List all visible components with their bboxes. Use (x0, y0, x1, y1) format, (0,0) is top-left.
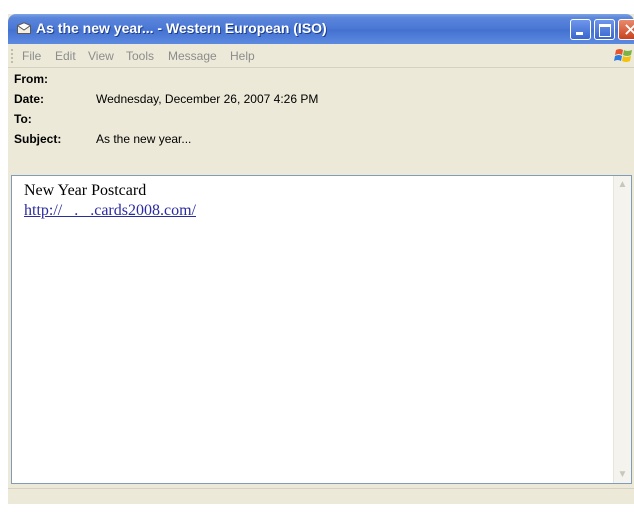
minimize-icon (576, 32, 583, 35)
message-window: As the new year... - Western European (I… (8, 14, 634, 504)
menu-bar: File Edit View Tools Message Help (8, 44, 634, 68)
menu-tools[interactable]: Tools (126, 49, 154, 63)
menu-edit[interactable]: Edit (55, 49, 76, 63)
close-icon (625, 24, 634, 35)
maximize-icon (599, 24, 611, 37)
status-bar (8, 488, 634, 504)
to-label: To: (14, 112, 32, 126)
toolbar-grip[interactable] (11, 49, 13, 63)
body-text: New Year Postcard (24, 182, 147, 199)
subject-value: As the new year... (96, 132, 192, 146)
subject-label: Subject: (14, 132, 62, 146)
menu-file[interactable]: File (22, 49, 41, 63)
windows-logo-icon (614, 49, 632, 62)
vertical-scrollbar[interactable]: ▲ ▼ (613, 176, 631, 483)
menu-view[interactable]: View (88, 49, 114, 63)
scroll-down-icon[interactable]: ▼ (616, 468, 629, 481)
date-value: Wednesday, December 26, 2007 4:26 PM (96, 92, 319, 106)
maximize-button[interactable] (594, 19, 615, 40)
envelope-icon (17, 22, 31, 34)
window-title: As the new year... - Western European (I… (36, 20, 327, 36)
minimize-button[interactable] (570, 19, 591, 40)
close-button[interactable] (618, 19, 634, 40)
menu-message[interactable]: Message (168, 49, 217, 63)
message-headers: From: Date: Wednesday, December 26, 2007… (8, 68, 634, 176)
date-label: Date: (14, 92, 45, 106)
postcard-link[interactable]: http:// . .cards2008.com/ (24, 202, 196, 220)
title-bar[interactable]: As the new year... - Western European (I… (8, 14, 634, 44)
scroll-up-icon[interactable]: ▲ (616, 178, 629, 191)
menu-help[interactable]: Help (230, 49, 255, 63)
message-body[interactable]: New Year Postcard http:// . .cards2008.c… (11, 175, 632, 484)
from-label: From: (14, 72, 48, 86)
